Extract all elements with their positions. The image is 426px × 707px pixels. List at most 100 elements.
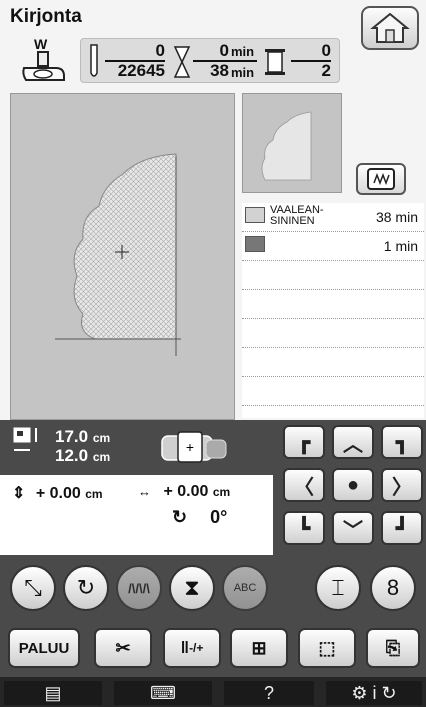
- manual-button[interactable]: ▤: [4, 681, 102, 705]
- presser-foot-letter: W: [34, 36, 48, 52]
- thread-color-button[interactable]: ⌶: [315, 565, 361, 611]
- rotate-button[interactable]: ↻: [63, 565, 109, 611]
- letter-spacing-button: ABC: [222, 565, 268, 611]
- scissors-icon: ✂: [115, 637, 131, 658]
- rotation-value: 0°: [210, 507, 228, 527]
- time-unit-1: min: [231, 44, 255, 59]
- hoop-icon: +: [161, 431, 227, 463]
- offset-vertical: + 0.00: [35, 485, 81, 502]
- needle-icon: [90, 44, 98, 77]
- presser-foot-icon: W: [16, 36, 74, 88]
- color-swatch: [245, 207, 265, 223]
- offset-horizontal: + 0.00: [163, 483, 209, 500]
- empty-row: [242, 377, 424, 406]
- stitch-density-icon: /\/\/\: [128, 580, 150, 596]
- svg-text:+: +: [186, 439, 194, 455]
- empty-row: [242, 290, 424, 319]
- spool-icon: ⌶: [331, 575, 345, 600]
- vertical-arrow-icon: ⇕: [12, 485, 26, 502]
- thread-cut-button[interactable]: ✂: [94, 628, 152, 668]
- tension-label: -/+: [189, 641, 204, 655]
- color-total: 2: [321, 61, 331, 80]
- move-up-left-button[interactable]: ┏: [283, 425, 325, 459]
- help-button[interactable]: ?: [224, 681, 314, 705]
- mirror-button[interactable]: ⧗: [169, 565, 215, 611]
- density-button: /\/\/\: [116, 565, 162, 611]
- size-icon: [13, 427, 37, 451]
- move-down-right-button[interactable]: ┛: [381, 511, 423, 545]
- home-button[interactable]: [361, 6, 419, 50]
- rotate-icon: ↻: [76, 575, 96, 600]
- color-time: 1 min: [383, 238, 418, 254]
- thread-tension-button[interactable]: ‖ -/+: [163, 628, 221, 668]
- chevron-right-icon: 〉: [392, 476, 412, 499]
- sewing-machine-icon: ⌨: [150, 682, 176, 703]
- lace-design-image: [55, 153, 181, 356]
- figure-eight-icon: 8: [386, 575, 400, 600]
- move-down-button[interactable]: ﹀: [332, 511, 374, 545]
- move-up-button[interactable]: ︿: [332, 425, 374, 459]
- needle-icon: ‖: [180, 638, 190, 657]
- trial-frame-icon: ⬚: [318, 637, 336, 658]
- position-offset-panel: ⇕ + 0.00 cm ↔ + 0.00 cm ↻ 0°: [0, 475, 273, 555]
- time-total: 38: [210, 61, 229, 80]
- embroidery-preview[interactable]: [10, 93, 235, 420]
- offset-unit: cm: [212, 485, 231, 499]
- move-right-button[interactable]: 〉: [381, 468, 423, 502]
- home-icon: [370, 12, 410, 43]
- embroidery-frame-button[interactable]: [356, 163, 406, 195]
- time-unit-2: min: [231, 65, 255, 80]
- resize-icon: ⤡: [24, 575, 42, 600]
- thread-color-list: VAALEAN- SININEN 38 min 1 min: [242, 203, 424, 418]
- empty-row: [242, 261, 424, 290]
- color-current: 0: [321, 41, 331, 60]
- page-title: Kirjonta: [10, 6, 82, 27]
- machine-settings-button[interactable]: ⌨: [114, 681, 212, 705]
- stitch-current: 0: [155, 41, 165, 60]
- abc-spacing-icon: ABC: [233, 582, 257, 594]
- color-time: 38 min: [375, 209, 418, 225]
- needle-position-icon: ⊞: [251, 637, 267, 658]
- pocket-button[interactable]: ⎘: [366, 628, 420, 668]
- mirror-icon: ⧗: [184, 575, 200, 600]
- resize-button[interactable]: ⤡: [10, 565, 56, 611]
- chevron-left-icon: 〈: [294, 476, 314, 499]
- border-button[interactable]: 8: [370, 565, 416, 611]
- time-current: 0: [219, 41, 229, 60]
- move-up-right-button[interactable]: ┓: [381, 425, 423, 459]
- corner-down-left-icon: ┗: [297, 517, 311, 540]
- document-icon: ▤: [44, 682, 62, 703]
- size-width: 12.0: [55, 446, 89, 465]
- center-dot-icon: ●: [346, 473, 360, 496]
- design-size-panel: 17.0 cm 12.0 cm +: [0, 420, 273, 475]
- color-swatch: [245, 236, 265, 252]
- color-name: VAALEAN- SININEN: [270, 204, 324, 227]
- stitch-total: 22645: [117, 61, 165, 80]
- chevron-down-icon: ﹀: [343, 519, 363, 542]
- move-left-button[interactable]: 〈: [283, 468, 325, 502]
- rotate-icon: ↻: [172, 507, 188, 527]
- empty-row: [242, 319, 424, 348]
- back-button[interactable]: PALUU: [8, 628, 80, 668]
- design-thumbnail: [242, 93, 342, 193]
- corner-up-right-icon: ┓: [395, 431, 409, 454]
- color-row[interactable]: VAALEAN- SININEN 38 min: [242, 203, 424, 232]
- center-button[interactable]: ●: [332, 468, 374, 502]
- corner-down-right-icon: ┛: [395, 517, 409, 540]
- needle-position-button[interactable]: ⊞: [230, 628, 288, 668]
- empty-row: [242, 348, 424, 377]
- frame-icon: [367, 168, 395, 190]
- horizontal-arrow-icon: ↔: [138, 484, 151, 499]
- settings-button[interactable]: ⚙ i ↻: [326, 681, 422, 705]
- trial-button[interactable]: ⬚: [298, 628, 356, 668]
- color-row[interactable]: 1 min: [242, 232, 424, 261]
- size-unit: cm: [92, 450, 111, 464]
- size-unit: cm: [92, 431, 111, 445]
- chevron-up-icon: ︿: [343, 433, 363, 456]
- move-down-left-button[interactable]: ┗: [283, 511, 325, 545]
- offset-unit: cm: [85, 487, 103, 501]
- hourglass-icon: [173, 46, 191, 78]
- settings-icon: ⚙ i ↻: [351, 682, 397, 703]
- lace-thumbnail-image: [261, 111, 312, 181]
- stitch-info-bar: 0 22645 0 min 38 min 0 2: [80, 38, 340, 83]
